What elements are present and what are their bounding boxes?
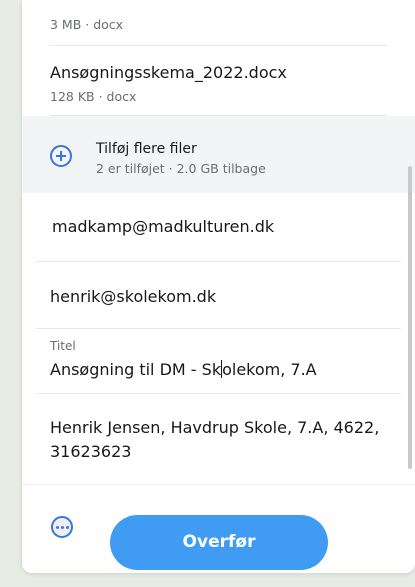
transfer-panel: 3 MB · docx Ansøgningsskema_2022.docx 12… [22,0,415,573]
recipient-email-value: madkamp@madkulturen.dk [52,217,275,236]
sender-email-value: henrik@skolekom.dk [50,287,217,306]
title-value: Ansøgning til DM - Skolekom, 7.A [50,360,317,379]
file-meta: 128 KB · docx [50,89,137,104]
file-row[interactable]: Ansøgningsskema_2022.docx 128 KB · docx [50,46,387,116]
more-dot [66,526,69,529]
file-name: Ansøgningsskema_2022.docx [50,63,287,82]
recipient-email-field[interactable]: madkamp@madkulturen.dk [36,193,401,262]
more-dot [61,526,64,529]
file-row[interactable]: 3 MB · docx [50,0,387,46]
add-more-files-label: Tilføj flere filer [96,141,197,157]
transfer-button[interactable]: Overfør [110,515,328,570]
transfer-footer: Overfør [22,484,415,573]
plus-circle-icon [50,145,72,167]
sender-email-field[interactable]: henrik@skolekom.dk [36,262,401,329]
more-dot [56,526,59,529]
title-value-before-cursor: Ansøgning til DM - Sk [50,360,222,379]
scrollbar[interactable] [408,166,412,476]
title-value-after-cursor: olekom, 7.A [222,360,317,379]
add-more-files-status: 2 er tilføjet · 2.0 GB tilbage [96,161,266,176]
scrollbar-thumb[interactable] [408,166,412,469]
add-more-files-button[interactable]: Tilføj flere filer 2 er tilføjet · 2.0 G… [22,116,415,193]
transfer-form-scroll-area[interactable]: 3 MB · docx Ansøgningsskema_2022.docx 12… [22,0,415,484]
title-field[interactable]: Titel Ansøgning til DM - Skolekom, 7.A [36,329,401,394]
message-field[interactable]: Henrik Jensen, Havdrup Skole, 7.A, 4622,… [36,394,401,484]
title-label: Titel [50,339,76,353]
more-options-icon[interactable] [51,516,73,538]
message-value: Henrik Jensen, Havdrup Skole, 7.A, 4622,… [50,418,380,461]
file-meta: 3 MB · docx [50,17,124,32]
